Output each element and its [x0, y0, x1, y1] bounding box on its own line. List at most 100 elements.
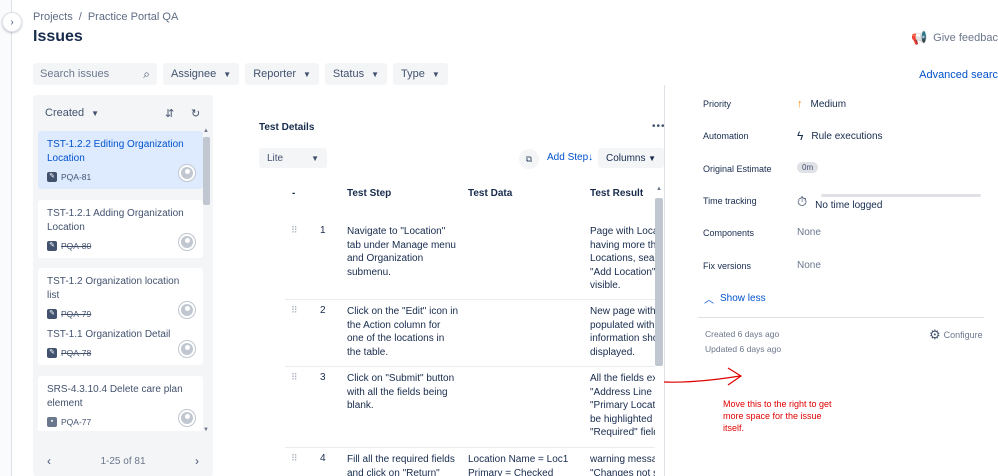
refresh-icon[interactable]: ↻	[191, 107, 200, 120]
assignee-avatar[interactable]	[179, 302, 195, 318]
time-tracking-text: No time logged	[815, 200, 883, 211]
column-header-number: -	[292, 188, 296, 199]
drag-handle-icon[interactable]: ⠿	[291, 372, 298, 383]
issue-card[interactable]: TST-1.2 Organization location list ✎ PQA-7…	[38, 268, 203, 326]
issue-meta: ✎ PQA-79	[47, 309, 194, 319]
columns-dropdown[interactable]: Columns ▼	[598, 148, 664, 168]
reporter-filter[interactable]: Reporter ▼	[245, 63, 319, 85]
drag-handle-icon[interactable]: ⠿	[291, 225, 298, 236]
issue-card[interactable]: TST-1.2.1 Adding Organization Location ✎ P…	[38, 200, 203, 258]
chevron-down-icon: ↓	[588, 152, 594, 163]
original-estimate-value[interactable]: 0m	[797, 162, 819, 173]
chevron-down-icon: ▼	[223, 69, 232, 79]
priority-label: Priority	[703, 99, 732, 109]
test-result-cell[interactable]: Page with Loca having more tha Locations…	[590, 225, 655, 293]
view-mode-value: Lite	[267, 152, 284, 164]
test-type-icon: ✎	[47, 309, 57, 319]
advanced-search-link[interactable]: Advanced searc	[919, 69, 998, 81]
test-data-cell[interactable]: Location Name = Loc1 Primary = Checked	[468, 453, 583, 476]
status-filter[interactable]: Status ▼	[324, 63, 388, 85]
issue-title: TST-1.2.1 Adding Organization Location	[47, 208, 184, 233]
scroll-up-icon[interactable]: ▲	[656, 186, 662, 192]
priority-text: Medium	[810, 98, 847, 110]
test-step-cell[interactable]: Click on the "Edit" icon in the Action c…	[347, 305, 459, 359]
components-value[interactable]: None	[797, 227, 821, 238]
test-step-row[interactable]: ⠿ 2 Click on the "Edit" icon in the Action…	[285, 305, 655, 367]
copy-icon[interactable]: ⧉	[519, 149, 539, 169]
expand-sidebar-button[interactable]: ›	[2, 12, 22, 32]
issue-card[interactable]: TST-1.2.2 Editing Organization Location ✎…	[38, 131, 203, 189]
rule-executions-link[interactable]: ϟ Rule executions	[797, 129, 883, 143]
previous-page-icon[interactable]: ‹	[47, 454, 51, 468]
reporter-filter-label: Reporter	[253, 68, 296, 80]
left-sidebar-rail	[0, 0, 12, 476]
issue-key: PQA-77	[61, 417, 92, 427]
fix-versions-label: Fix versions	[703, 261, 752, 271]
created-date: Created 6 days ago	[705, 329, 780, 339]
chevron-down-icon: ▼	[648, 153, 656, 163]
sort-order-icon[interactable]: ⇵	[165, 107, 174, 120]
scrollbar-thumb[interactable]	[203, 137, 210, 205]
chevron-down-icon: ▼	[302, 69, 311, 79]
lightning-bolt-icon: ϟ	[797, 129, 804, 143]
view-mode-select[interactable]: Lite ▼	[259, 148, 327, 168]
assignee-avatar[interactable]	[179, 165, 195, 181]
estimate-badge: 0m	[797, 162, 819, 173]
assignee-avatar[interactable]	[179, 410, 195, 426]
issue-card[interactable]: SRS-4.3.10.4 Delete care plan element ▪ PQ…	[38, 376, 203, 431]
breadcrumb-projects-link[interactable]: Projects	[33, 11, 73, 23]
give-feedback-button[interactable]: 📢 Give feedbac	[911, 30, 998, 46]
column-header-test-data: Test Data	[468, 188, 513, 199]
next-page-icon[interactable]: ›	[195, 454, 199, 468]
test-result-cell[interactable]: warning messa "Changes not s	[590, 453, 655, 476]
test-steps-table: - Test Step Test Data Test Result ⠿ 1 Navi…	[285, 182, 655, 476]
drag-handle-icon[interactable]: ⠿	[291, 305, 298, 316]
step-number: 2	[320, 305, 326, 316]
scroll-up-icon[interactable]: ▲	[203, 128, 209, 134]
assignee-filter[interactable]: Assignee ▼	[163, 63, 240, 85]
priority-medium-icon: ↑	[797, 98, 803, 110]
assignee-filter-label: Assignee	[171, 68, 217, 80]
show-less-button[interactable]: ︿ Show less	[704, 291, 766, 306]
test-result-cell[interactable]: New page with populated with information…	[590, 305, 655, 359]
issue-meta: ✎ PQA-78	[47, 348, 194, 358]
sort-by-label: Created	[45, 107, 85, 119]
show-less-label: Show less	[720, 293, 766, 304]
search-input[interactable]: Search issues ⌕	[33, 63, 157, 85]
scroll-down-icon[interactable]: ▼	[203, 427, 209, 433]
chevron-up-icon: ︿	[704, 295, 714, 306]
test-steps-scrollbar[interactable]: ▲	[655, 186, 663, 476]
pagination: ‹ 1-25 of 81 ›	[33, 454, 213, 468]
issue-list-scrollbar[interactable]: ▲ ▼	[203, 128, 210, 433]
fix-versions-value[interactable]: None	[797, 260, 821, 271]
breadcrumb: Projects / Practice Portal QA	[33, 11, 178, 23]
test-type-icon: ✎	[47, 172, 57, 182]
issue-title: SRS-4.3.10.4 Delete care plan element	[47, 384, 183, 409]
assignee-avatar[interactable]	[179, 341, 195, 357]
drag-handle-icon[interactable]: ⠿	[291, 453, 298, 464]
components-label: Components	[703, 228, 755, 238]
search-icon: ⌕	[143, 66, 150, 81]
megaphone-icon: 📢	[910, 30, 928, 45]
test-result-cell[interactable]: All the fields ex "Address Line 2 "Prima…	[590, 372, 655, 440]
test-step-row[interactable]: ⠿ 4 Fill all the required fields and click…	[285, 453, 655, 476]
scrollbar-thumb[interactable]	[655, 198, 663, 366]
test-step-cell[interactable]: Click on "Submit" button with all the fi…	[347, 372, 459, 413]
type-filter[interactable]: Type ▼	[393, 63, 448, 85]
sort-by-dropdown[interactable]: Created ▼	[45, 107, 99, 119]
assignee-avatar[interactable]	[179, 234, 195, 250]
page-title: Issues	[33, 28, 83, 45]
configure-button[interactable]: ⚙ Configure	[929, 327, 983, 343]
priority-value[interactable]: ↑ Medium	[797, 98, 846, 110]
test-step-cell[interactable]: Navigate to "Location" tab under Manage …	[347, 225, 459, 279]
breadcrumb-project-link[interactable]: Practice Portal QA	[88, 11, 178, 23]
chevron-down-icon: ▼	[311, 153, 319, 163]
test-step-row[interactable]: ⠿ 3 Click on "Submit" button with all the …	[285, 372, 655, 448]
stopwatch-icon: ⏱	[797, 193, 808, 209]
column-header-test-result: Test Result	[590, 188, 644, 199]
test-step-cell[interactable]: Fill all the required fields and click o…	[347, 453, 459, 476]
story-type-icon: ▪	[47, 417, 57, 427]
issue-card[interactable]: TST-1.1 Organization Detail ✎ PQA-78	[38, 321, 203, 365]
test-step-row[interactable]: ⠿ 1 Navigate to "Location" tab under Manag…	[285, 225, 655, 300]
add-step-button[interactable]: Add Step↓	[547, 152, 593, 163]
